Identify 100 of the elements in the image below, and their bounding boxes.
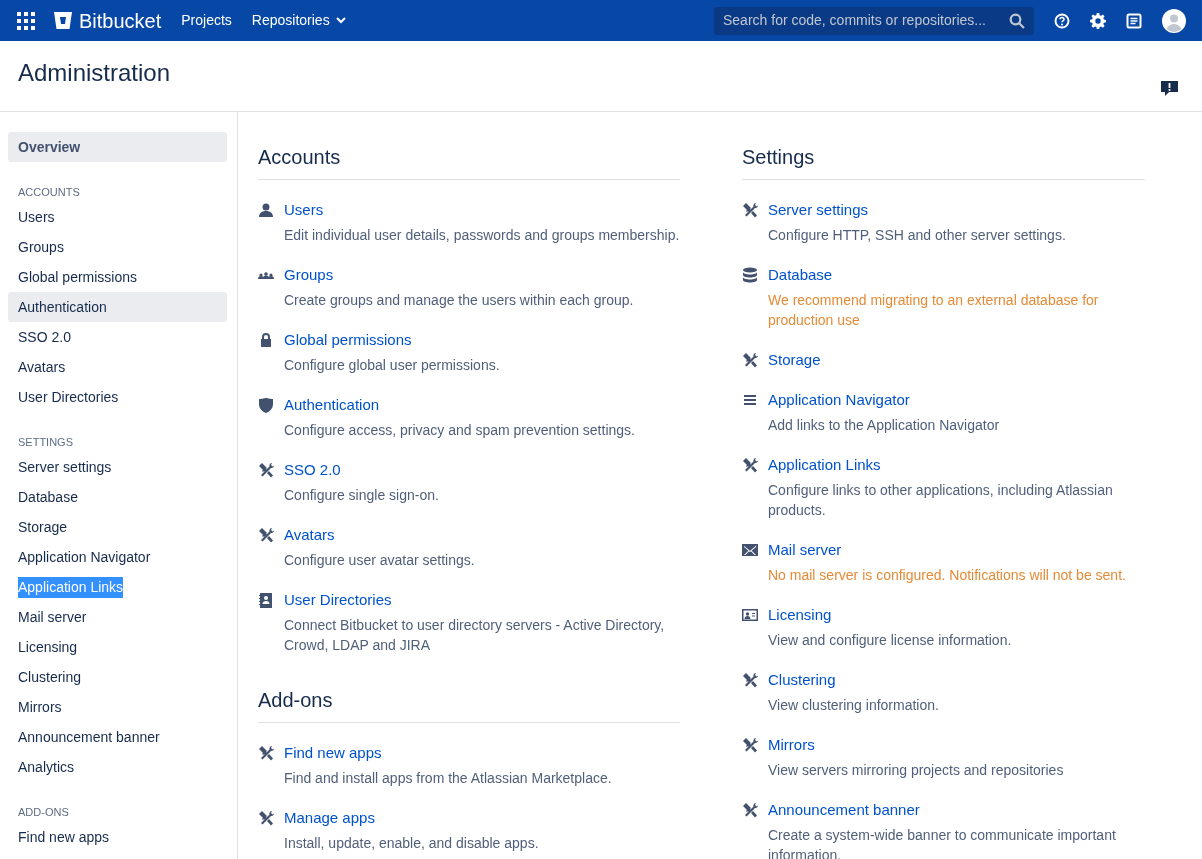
address-book-icon (258, 592, 274, 608)
sidebar-item[interactable]: SSO 2.0 (8, 322, 227, 352)
sidebar-item-label: Mail server (18, 607, 87, 627)
sidebar-item[interactable]: Authentication (8, 292, 227, 322)
app-switcher-icon[interactable] (17, 11, 35, 30)
feedback-icon[interactable] (1161, 79, 1178, 97)
settings-link[interactable]: Avatars (284, 525, 335, 545)
bucket-logo-icon[interactable] (54, 12, 72, 29)
sidebar-item[interactable]: Find new apps (8, 822, 227, 852)
search-field[interactable]: Search for code, commits or repositories... (714, 6, 1034, 35)
settings-link[interactable]: Find new apps (284, 743, 382, 763)
description-text: Configure global user permissions. (284, 356, 500, 375)
description-text: Configure user avatar settings. (284, 551, 475, 570)
chevron-down-icon (335, 17, 346, 24)
description-text: Configure HTTP, SSH and other server settings. (768, 226, 1066, 245)
menu-icon (742, 392, 758, 408)
sidebar-item[interactable]: Overview (8, 132, 227, 162)
sidebar-item[interactable]: Groups (8, 232, 227, 262)
sidebar-section-heading: SETTINGS (17, 435, 74, 449)
sidebar-item[interactable]: Users (8, 202, 227, 232)
sidebar-section-heading: ACCOUNTS (17, 185, 81, 199)
notes-icon[interactable] (1126, 12, 1142, 29)
sidebar-item[interactable]: Clustering (8, 662, 227, 692)
page-title: Administration (18, 58, 171, 88)
nav-link[interactable]: Repositories (251, 10, 346, 31)
sidebar-item-label: Groups (18, 237, 64, 257)
sidebar-item-label: User Directories (18, 387, 119, 407)
sidebar-item-label: Analytics (18, 757, 75, 777)
sidebar-item[interactable]: User Directories (8, 382, 227, 412)
description-text: Configure links to other applications, including Atlassian products. (768, 481, 1114, 520)
settings-link[interactable]: Manage apps (284, 808, 375, 828)
tools-icon (742, 802, 758, 818)
settings-link[interactable]: Application Links (768, 455, 881, 475)
tools-icon (258, 527, 274, 543)
sidebar-item[interactable]: Mirrors (8, 692, 227, 722)
description-text: View and configure license information. (768, 631, 1012, 650)
settings-link[interactable]: Mirrors (768, 735, 815, 755)
sidebar-item-label: Mirrors (18, 697, 62, 717)
sidebar-item-label: Storage (18, 517, 68, 537)
sidebar-item[interactable]: Database (8, 482, 227, 512)
tools-icon (742, 202, 758, 218)
sidebar-item-label: Users (18, 207, 55, 227)
tools-icon (742, 737, 758, 753)
section-heading: Accounts (258, 142, 680, 180)
settings-link[interactable]: Clustering (768, 670, 836, 690)
sidebar-item[interactable]: Licensing (8, 632, 227, 662)
search-icon (1009, 12, 1025, 29)
settings-link[interactable]: Database (768, 265, 833, 285)
tools-icon (258, 745, 274, 761)
sidebar-item-label: Global permissions (18, 267, 138, 287)
sidebar-item[interactable]: Storage (8, 512, 227, 542)
sidebar-item-label: Find new apps (18, 827, 110, 847)
sidebar-item[interactable]: Analytics (8, 752, 227, 782)
help-icon[interactable] (1054, 12, 1070, 29)
sidebar-item-label: Clustering (18, 667, 82, 687)
settings-link[interactable]: Announcement banner (768, 800, 920, 820)
description-text: Configure single sign-on. (284, 486, 439, 505)
settings-link[interactable]: Application Navigator (768, 390, 910, 410)
sidebar-item[interactable]: Application Navigator (8, 542, 227, 572)
settings-link[interactable]: SSO 2.0 (284, 460, 341, 480)
description-text: View clustering information. (768, 696, 939, 715)
settings-link[interactable]: Licensing (768, 605, 832, 625)
tools-icon (742, 672, 758, 688)
warning-text: We recommend migrating to an external database for production use (768, 291, 1100, 330)
section-heading: Settings (742, 142, 1145, 180)
settings-link[interactable]: Authentication (284, 395, 380, 415)
envelope-icon (742, 542, 758, 558)
sidebar-item[interactable]: Server settings (8, 452, 227, 482)
nav-link[interactable]: Projects (181, 10, 232, 31)
sidebar-item[interactable]: Avatars (8, 352, 227, 382)
section-heading: Add-ons (258, 685, 680, 723)
sidebar-item-label: Database (18, 487, 78, 507)
sidebar-section-heading: ADD-ONS (17, 805, 70, 819)
settings-link[interactable]: Mail server (768, 540, 842, 560)
sidebar-item[interactable]: Global permissions (8, 262, 227, 292)
product-name[interactable]: Bitbucket (79, 5, 162, 36)
settings-link[interactable]: Storage (768, 350, 821, 370)
sidebar-item-label: SSO 2.0 (18, 327, 71, 347)
description-text: Add links to the Application Navigator (768, 416, 1000, 435)
sidebar-item-label: Announcement banner (18, 727, 160, 747)
settings-link[interactable]: Server settings (768, 200, 869, 220)
sidebar-item[interactable]: Announcement banner (8, 722, 227, 752)
sidebar-item-label: Licensing (18, 637, 78, 657)
avatar-icon[interactable] (1162, 8, 1186, 33)
description-text: Connect Bitbucket to user directory servers - Active Directory, Crowd, LDAP and JIRA (284, 616, 666, 655)
sidebar-item[interactable]: Mail server (8, 602, 227, 632)
id-card-icon (742, 607, 758, 623)
shield-icon (258, 397, 274, 413)
sidebar-item-label: Authentication (18, 297, 107, 317)
tools-icon (258, 810, 274, 826)
settings-link[interactable]: Global permissions (284, 330, 412, 350)
sidebar-item-label: Avatars (18, 357, 66, 377)
sidebar-item-label: Server settings (18, 457, 112, 477)
description-text: Find and install apps from the Atlassian Marketplace. (284, 769, 612, 788)
settings-icon[interactable] (1090, 12, 1106, 29)
settings-link[interactable]: Users (284, 200, 324, 220)
tools-icon (742, 457, 758, 473)
description-text: Create groups and manage the users within each group. (284, 291, 634, 310)
settings-link[interactable]: Groups (284, 265, 334, 285)
settings-link[interactable]: User Directories (284, 590, 392, 610)
